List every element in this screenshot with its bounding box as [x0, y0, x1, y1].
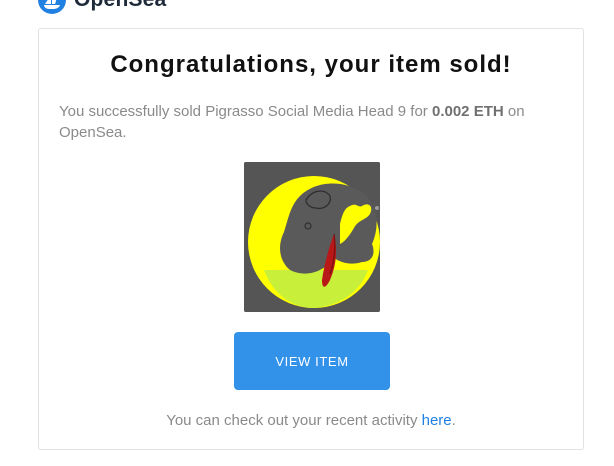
sale-price: 0.002 ETH [431, 103, 504, 120]
activity-prefix: You can check out your recent activity [166, 412, 422, 429]
nft-artwork-image[interactable] [244, 162, 380, 312]
sale-message: You successfully sold Pigrasso Social Me… [59, 101, 559, 143]
headline: Congratulations, your item sold! [110, 51, 512, 78]
email-header: OpenSea [0, 0, 614, 24]
activity-link[interactable]: here [422, 412, 452, 429]
view-item-button[interactable]: VIEW ITEM [234, 332, 390, 390]
opensea-logo-icon [38, 0, 66, 14]
brand-name: OpenSea [74, 0, 166, 12]
message-prefix: You successfully sold Pigrasso Social Me… [59, 103, 432, 120]
activity-suffix: . [451, 412, 456, 429]
brand[interactable]: OpenSea [38, 0, 166, 14]
activity-note: You can check out your recent activity h… [39, 412, 583, 429]
email-card: Congratulations, your item sold! You suc… [38, 28, 584, 450]
